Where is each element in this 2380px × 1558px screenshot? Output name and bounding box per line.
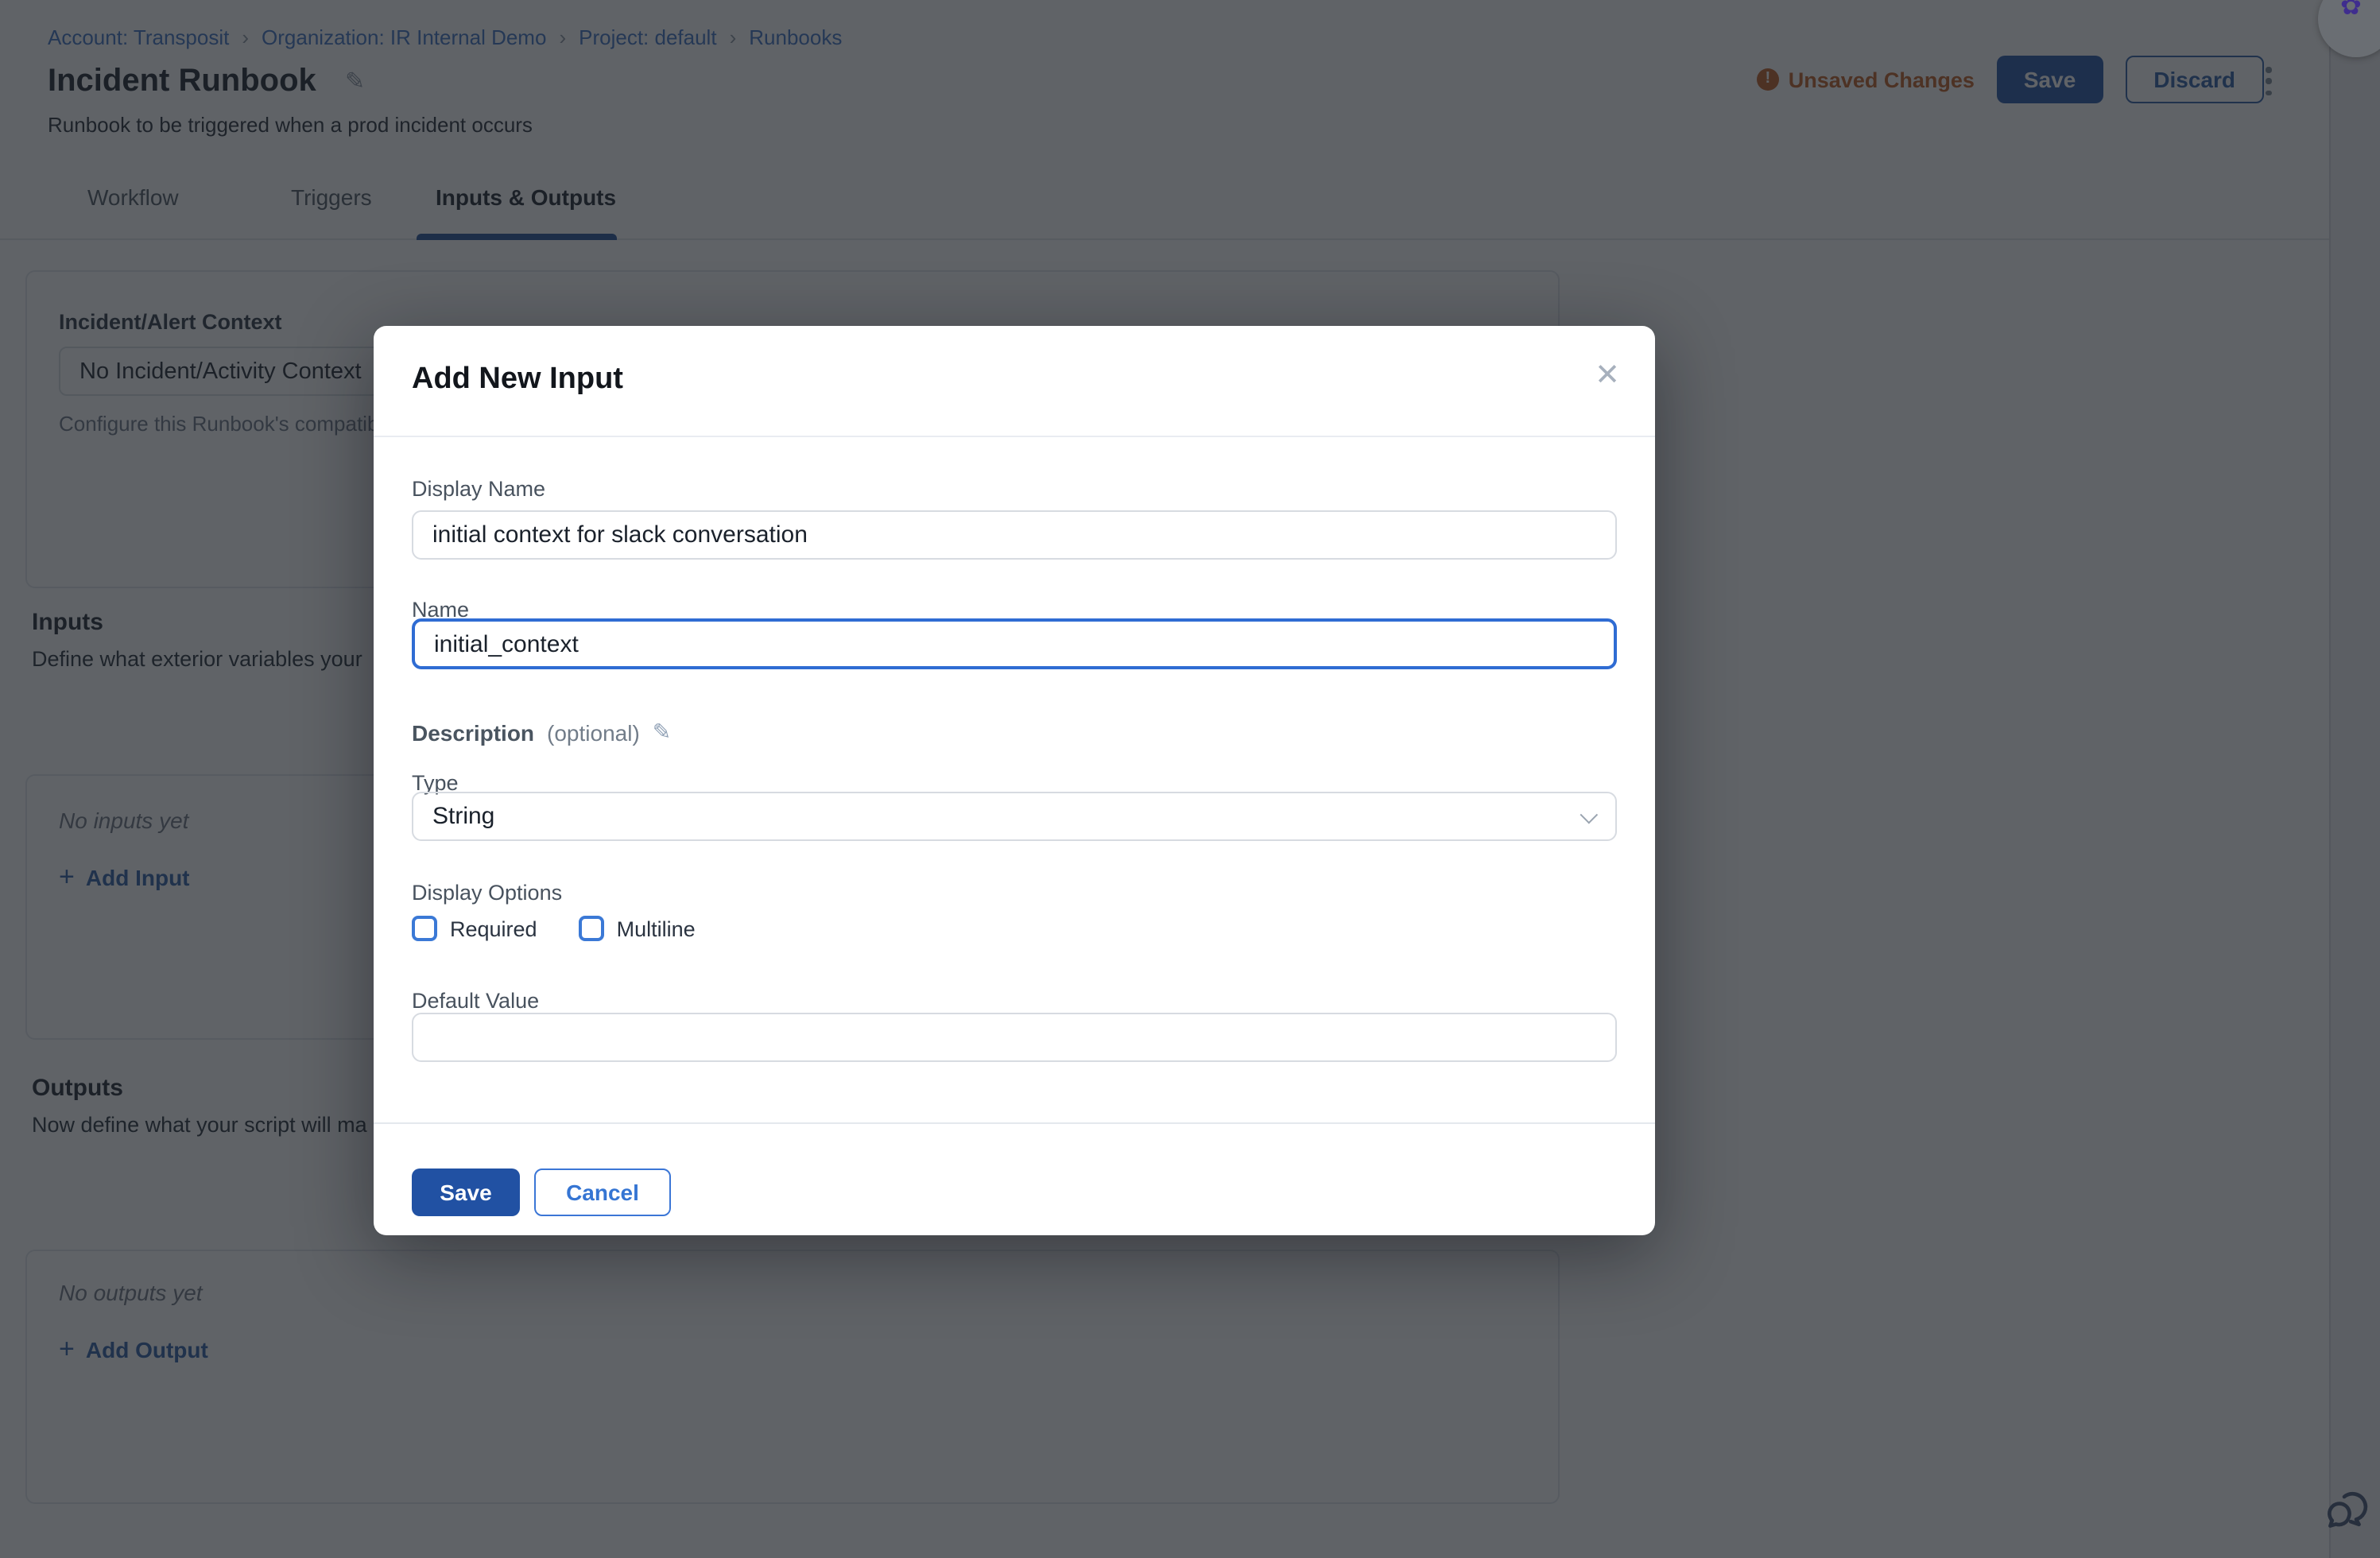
add-new-input-modal: Add New Input ✕ Display Name Name Descri… [374,326,1655,1235]
display-options-label: Display Options [412,881,562,905]
modal-header: Add New Input ✕ [374,326,1655,437]
display-name-input[interactable] [412,510,1617,560]
display-name-label: Display Name [412,477,545,501]
modal-cancel-button[interactable]: Cancel [534,1168,671,1216]
app-stage: Account: Transposit › Organization: IR I… [0,0,2380,1558]
description-label: Description [412,719,534,745]
chat-bubbles-icon[interactable] [2323,1483,2377,1545]
required-checkbox-label: Required [450,917,537,940]
display-options-row: Required Multiline [412,916,696,941]
modal-title: Add New Input [412,362,623,397]
type-select-value: String [432,803,494,830]
description-optional-label: (optional) [547,719,640,745]
chevron-down-icon [1580,806,1599,824]
multiline-checkbox-label: Multiline [617,917,696,940]
modal-footer-divider [374,1122,1655,1124]
required-checkbox[interactable] [412,916,437,941]
modal-save-button[interactable]: Save [412,1168,520,1216]
close-icon[interactable]: ✕ [1595,361,1620,391]
modal-footer: Save Cancel [412,1168,671,1216]
flower-icon: ✿ [2340,0,2362,22]
description-row: Description (optional) ✎ [412,719,671,746]
default-value-input[interactable] [412,1013,1617,1062]
edit-description-pencil-icon[interactable]: ✎ [653,719,671,746]
name-input[interactable] [412,618,1617,669]
type-select[interactable]: String [412,792,1617,841]
multiline-checkbox[interactable] [579,916,604,941]
default-value-label: Default Value [412,989,539,1013]
